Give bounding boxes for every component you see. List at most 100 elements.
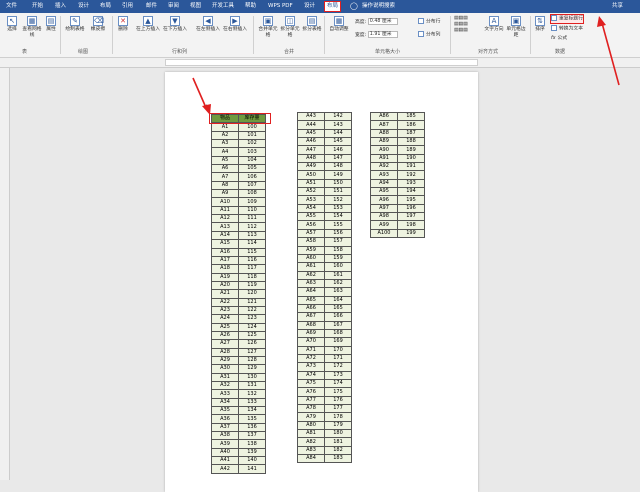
item-cell[interactable]: A63 <box>297 278 325 289</box>
item-cell[interactable]: A93 <box>370 170 398 180</box>
table-row[interactable]: A100 199 <box>370 228 425 239</box>
stock-cell[interactable]: 144 <box>324 128 352 139</box>
item-cell[interactable]: A3 <box>211 139 239 149</box>
table-row[interactable]: A43 142 <box>297 111 352 122</box>
stock-cell[interactable]: 176 <box>324 395 352 406</box>
table-row[interactable]: A73 172 <box>297 362 352 372</box>
stock-cell[interactable]: 195 <box>397 195 425 205</box>
insert-left-button[interactable]: ◀ 在左侧插入 <box>195 16 221 33</box>
item-cell[interactable]: A6 <box>211 164 239 174</box>
item-cell[interactable]: A28 <box>211 347 239 357</box>
stock-cell[interactable]: 191 <box>397 162 425 172</box>
item-cell[interactable]: A14 <box>211 230 239 241</box>
item-cell[interactable]: A11 <box>211 205 239 216</box>
table-row[interactable]: A93 192 <box>370 170 425 180</box>
table-row[interactable]: A41 140 <box>211 456 266 466</box>
table-row[interactable]: A83 182 <box>297 445 352 456</box>
column-width-input[interactable]: 1.91 厘米 <box>367 31 398 38</box>
stock-cell[interactable]: 156 <box>324 228 352 239</box>
stock-cell[interactable]: 197 <box>397 212 425 222</box>
stock-cell[interactable]: 180 <box>324 429 352 439</box>
item-cell[interactable]: A88 <box>370 128 398 139</box>
table-row[interactable]: A25 124 <box>211 322 266 332</box>
tab-references[interactable]: 引用 <box>122 2 133 11</box>
table-row[interactable]: A55 154 <box>297 212 352 222</box>
item-cell[interactable]: A10 <box>211 197 239 207</box>
stock-cell[interactable]: 193 <box>397 178 425 189</box>
row-height-input[interactable]: 0.48 厘米 <box>367 18 398 25</box>
stock-cell[interactable]: 194 <box>397 187 425 197</box>
stock-cell[interactable]: 111 <box>238 214 266 224</box>
item-cell[interactable]: A13 <box>211 222 239 232</box>
item-cell[interactable]: A39 <box>211 439 239 449</box>
table-row[interactable]: A22 121 <box>211 297 266 307</box>
item-cell[interactable]: A68 <box>297 320 325 330</box>
item-cell[interactable]: A18 <box>211 264 239 274</box>
stock-cell[interactable]: 189 <box>397 145 425 155</box>
stock-cell[interactable]: 168 <box>324 328 352 339</box>
item-cell[interactable]: A96 <box>370 195 398 205</box>
stock-cell[interactable]: 131 <box>238 380 266 391</box>
insert-right-button[interactable]: ▶ 在右侧插入 <box>222 16 248 33</box>
table-row[interactable]: A5 104 <box>211 155 266 166</box>
item-cell[interactable]: A45 <box>297 128 325 139</box>
table-row[interactable]: A16 115 <box>211 247 266 257</box>
sort-button[interactable]: ⇅ 排序 <box>533 16 547 33</box>
item-cell[interactable]: A74 <box>297 370 325 381</box>
stock-cell[interactable]: 167 <box>324 320 352 330</box>
table-row[interactable]: A2 101 <box>211 130 266 141</box>
item-cell[interactable]: A40 <box>211 447 239 458</box>
item-cell[interactable]: A12 <box>211 214 239 224</box>
table-row[interactable]: A1 100 <box>211 122 266 132</box>
stock-cell[interactable]: 109 <box>238 197 266 207</box>
table-row[interactable]: A50 149 <box>297 170 352 180</box>
item-cell[interactable]: A31 <box>211 372 239 383</box>
table-row[interactable]: A81 180 <box>297 429 352 439</box>
item-cell[interactable]: A50 <box>297 170 325 180</box>
item-cell[interactable]: A46 <box>297 137 325 147</box>
item-cell[interactable]: A84 <box>297 454 325 464</box>
item-cell[interactable]: A66 <box>297 303 325 314</box>
table-row[interactable]: A27 126 <box>211 339 266 349</box>
tab-home[interactable]: 开始 <box>32 2 43 11</box>
item-cell[interactable]: A19 <box>211 272 239 282</box>
stock-cell[interactable]: 127 <box>238 347 266 357</box>
table-row[interactable]: A7 106 <box>211 172 266 182</box>
table-row[interactable]: A24 123 <box>211 314 266 324</box>
stock-cell[interactable]: 130 <box>238 372 266 383</box>
tab-layout[interactable]: 布局 <box>100 2 111 11</box>
stock-cell[interactable]: 110 <box>238 205 266 216</box>
item-cell[interactable]: A79 <box>297 412 325 422</box>
item-cell[interactable]: A9 <box>211 189 239 199</box>
item-cell[interactable]: A4 <box>211 147 239 157</box>
tell-me-search[interactable]: 操作说明搜索 <box>362 2 395 11</box>
table-row[interactable]: A78 177 <box>297 404 352 414</box>
stock-cell[interactable]: 146 <box>324 145 352 155</box>
table-row[interactable]: A95 194 <box>370 187 425 197</box>
stock-cell[interactable]: 163 <box>324 287 352 297</box>
stock-cell[interactable]: 102 <box>238 139 266 149</box>
item-cell[interactable]: A21 <box>211 289 239 299</box>
stock-cell[interactable]: 192 <box>397 170 425 180</box>
table-row[interactable]: A32 131 <box>211 380 266 391</box>
table-row[interactable]: A44 143 <box>297 120 352 130</box>
table-row[interactable]: A61 160 <box>297 262 352 272</box>
stock-cell[interactable]: 126 <box>238 339 266 349</box>
stock-cell[interactable]: 170 <box>324 345 352 355</box>
stock-cell[interactable]: 186 <box>397 120 425 130</box>
share-button[interactable]: 共享 <box>612 2 623 11</box>
item-cell[interactable]: A61 <box>297 262 325 272</box>
stock-cell[interactable]: 159 <box>324 253 352 264</box>
item-cell[interactable]: A44 <box>297 120 325 130</box>
table-row[interactable]: A57 156 <box>297 228 352 239</box>
alignment-grid[interactable]: ▤▤▤ ▤▤▤ ▤▤▤ <box>454 16 468 34</box>
table-row[interactable]: A15 114 <box>211 239 266 249</box>
stock-cell[interactable]: 121 <box>238 297 266 307</box>
item-cell[interactable]: A34 <box>211 397 239 408</box>
table-row[interactable]: A10 109 <box>211 197 266 207</box>
stock-cell[interactable]: 129 <box>238 364 266 374</box>
table-row[interactable]: A18 117 <box>211 264 266 274</box>
item-cell[interactable]: A49 <box>297 162 325 172</box>
stock-cell[interactable]: 165 <box>324 303 352 314</box>
stock-cell[interactable]: 175 <box>324 387 352 397</box>
